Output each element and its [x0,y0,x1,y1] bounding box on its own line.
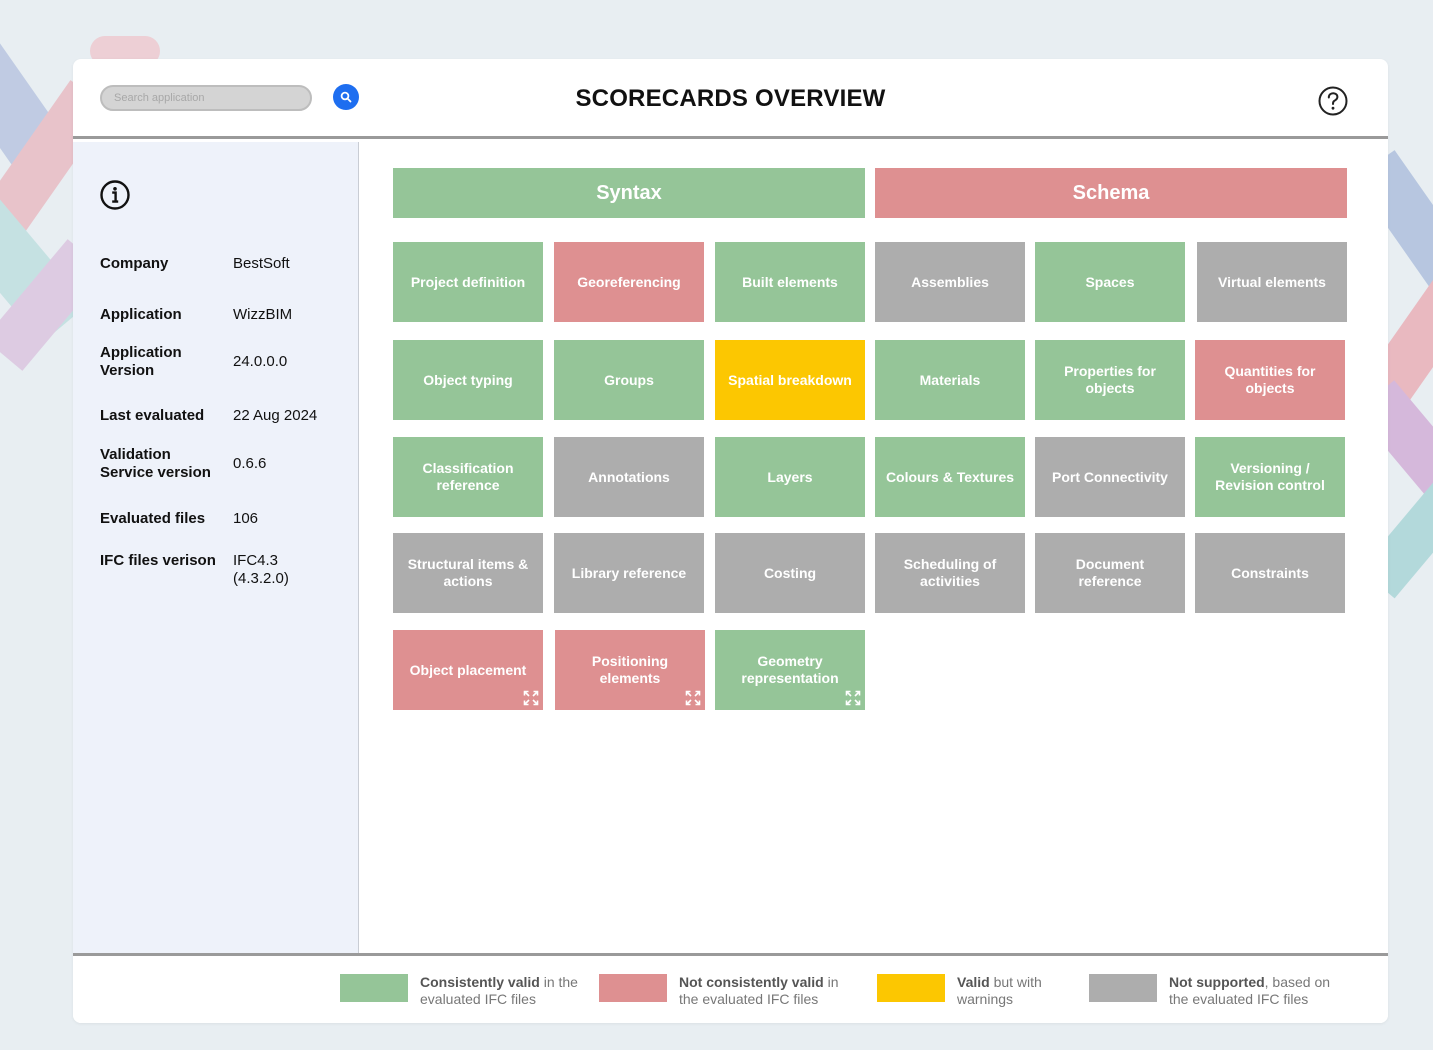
legend-item-consistently-valid: Consistently valid in the evaluated IFC … [340,974,590,1008]
tile-library-reference[interactable]: Library reference [554,533,704,613]
info-row-last-evaluated: Last evaluated 22 Aug 2024 [100,398,350,434]
legend-item-valid-with-warnings: Valid but with warnings [877,974,1067,1008]
info-value: 0.6.6 [233,455,267,472]
info-icon [100,180,130,210]
info-row-evaluated-files: Evaluated files 106 [100,501,350,537]
tile-quantities-for-objects[interactable]: Quantities for objects [1195,340,1345,420]
tile-object-typing[interactable]: Object typing [393,340,543,420]
legend-text: Not consistently valid in the evaluated … [679,974,839,1007]
info-row-ifc-files-version: IFC files verison IFC4.3 (4.3.2.0) [100,552,350,600]
tile-constraints[interactable]: Constraints [1195,533,1345,613]
info-label: Last evaluated [100,407,205,424]
info-value: IFC4.3 (4.3.2.0) [233,552,289,587]
help-icon[interactable] [1317,85,1349,117]
info-label: IFC files verison [100,552,216,569]
scorecards-grid: Syntax Schema Project definition Georefe… [360,142,1388,953]
info-value: BestSoft [233,255,290,272]
tile-georeferencing[interactable]: Georeferencing [554,242,704,322]
info-row-application: Application WizzBIM [100,297,350,333]
legend-text: Consistently valid in the evaluated IFC … [420,974,578,1007]
tile-costing[interactable]: Costing [715,533,865,613]
tile-groups[interactable]: Groups [554,340,704,420]
tile-annotations[interactable]: Annotations [554,437,704,517]
tile-project-definition[interactable]: Project definition [393,242,543,322]
info-sidebar: Company BestSoft Application WizzBIM Las… [73,142,359,953]
tile-structural-items-actions[interactable]: Structural items & actions [393,533,543,613]
info-label: Application [100,306,182,323]
tile-materials[interactable]: Materials [875,340,1025,420]
tile-assemblies[interactable]: Assemblies [875,242,1025,322]
legend-item-not-supported: Not supported, based on the evaluated IF… [1089,974,1349,1008]
info-value: 22 Aug 2024 [233,407,318,424]
legend-text: Valid but with warnings [957,974,1042,1007]
app-window: SCORECARDS OVERVIEW Company BestSoft App… [73,59,1388,1023]
info-label: Evaluated files [100,510,206,527]
category-syntax[interactable]: Syntax [393,168,865,218]
info-label: Company [100,255,169,272]
tile-scheduling-of-activities[interactable]: Scheduling of activities [875,533,1025,613]
tile-spaces[interactable]: Spaces [1035,242,1185,322]
legend-item-not-consistently-valid: Not consistently valid in the evaluated … [599,974,849,1008]
search-input[interactable] [100,85,312,111]
legend: Consistently valid in the evaluated IFC … [73,953,1388,1023]
category-schema[interactable]: Schema [875,168,1347,218]
tile-geometry-representation[interactable]: Geometry representation [715,630,865,710]
info-label: Application Version [100,344,182,379]
tile-virtual-elements[interactable]: Virtual elements [1197,242,1347,322]
header: SCORECARDS OVERVIEW [73,59,1388,139]
tile-positioning-elements[interactable]: Positioning elements [555,630,705,710]
search-button[interactable] [333,84,359,110]
tile-layers[interactable]: Layers [715,437,865,517]
expand-icon[interactable] [523,690,539,706]
info-value: 24.0.0.0 [233,353,288,370]
tile-versioning-revision-control[interactable]: Versioning / Revision control [1195,437,1345,517]
tile-label: Geometry representation [741,653,839,686]
tile-port-connectivity[interactable]: Port Connectivity [1035,437,1185,517]
legend-text: Not supported, based on the evaluated IF… [1169,974,1331,1007]
legend-swatch [599,974,667,1002]
tile-object-placement[interactable]: Object placement [393,630,543,710]
legend-swatch [1089,974,1157,1002]
legend-swatch [877,974,945,1002]
tile-label: Positioning elements [591,653,669,686]
tile-built-elements[interactable]: Built elements [715,242,865,322]
info-value: 106 [233,510,259,527]
tile-properties-for-objects[interactable]: Properties for objects [1035,340,1185,420]
info-row-validation-service-version: Validation Service version 0.6.6 [100,440,350,488]
search-icon [340,91,352,103]
legend-swatch [340,974,408,1002]
info-value: WizzBIM [233,306,293,323]
expand-icon[interactable] [685,690,701,706]
tile-classification-reference[interactable]: Classification reference [393,437,543,517]
info-row-application-version: Application Version 24.0.0.0 [100,338,350,386]
tile-colours-textures[interactable]: Colours & Textures [875,437,1025,517]
tile-label: Object placement [409,661,527,678]
expand-icon[interactable] [845,690,861,706]
info-row-company: Company BestSoft [100,246,350,282]
tile-spatial-breakdown[interactable]: Spatial breakdown [715,340,865,420]
tile-document-reference[interactable]: Document reference [1035,533,1185,613]
info-label: Validation Service version [100,446,211,481]
